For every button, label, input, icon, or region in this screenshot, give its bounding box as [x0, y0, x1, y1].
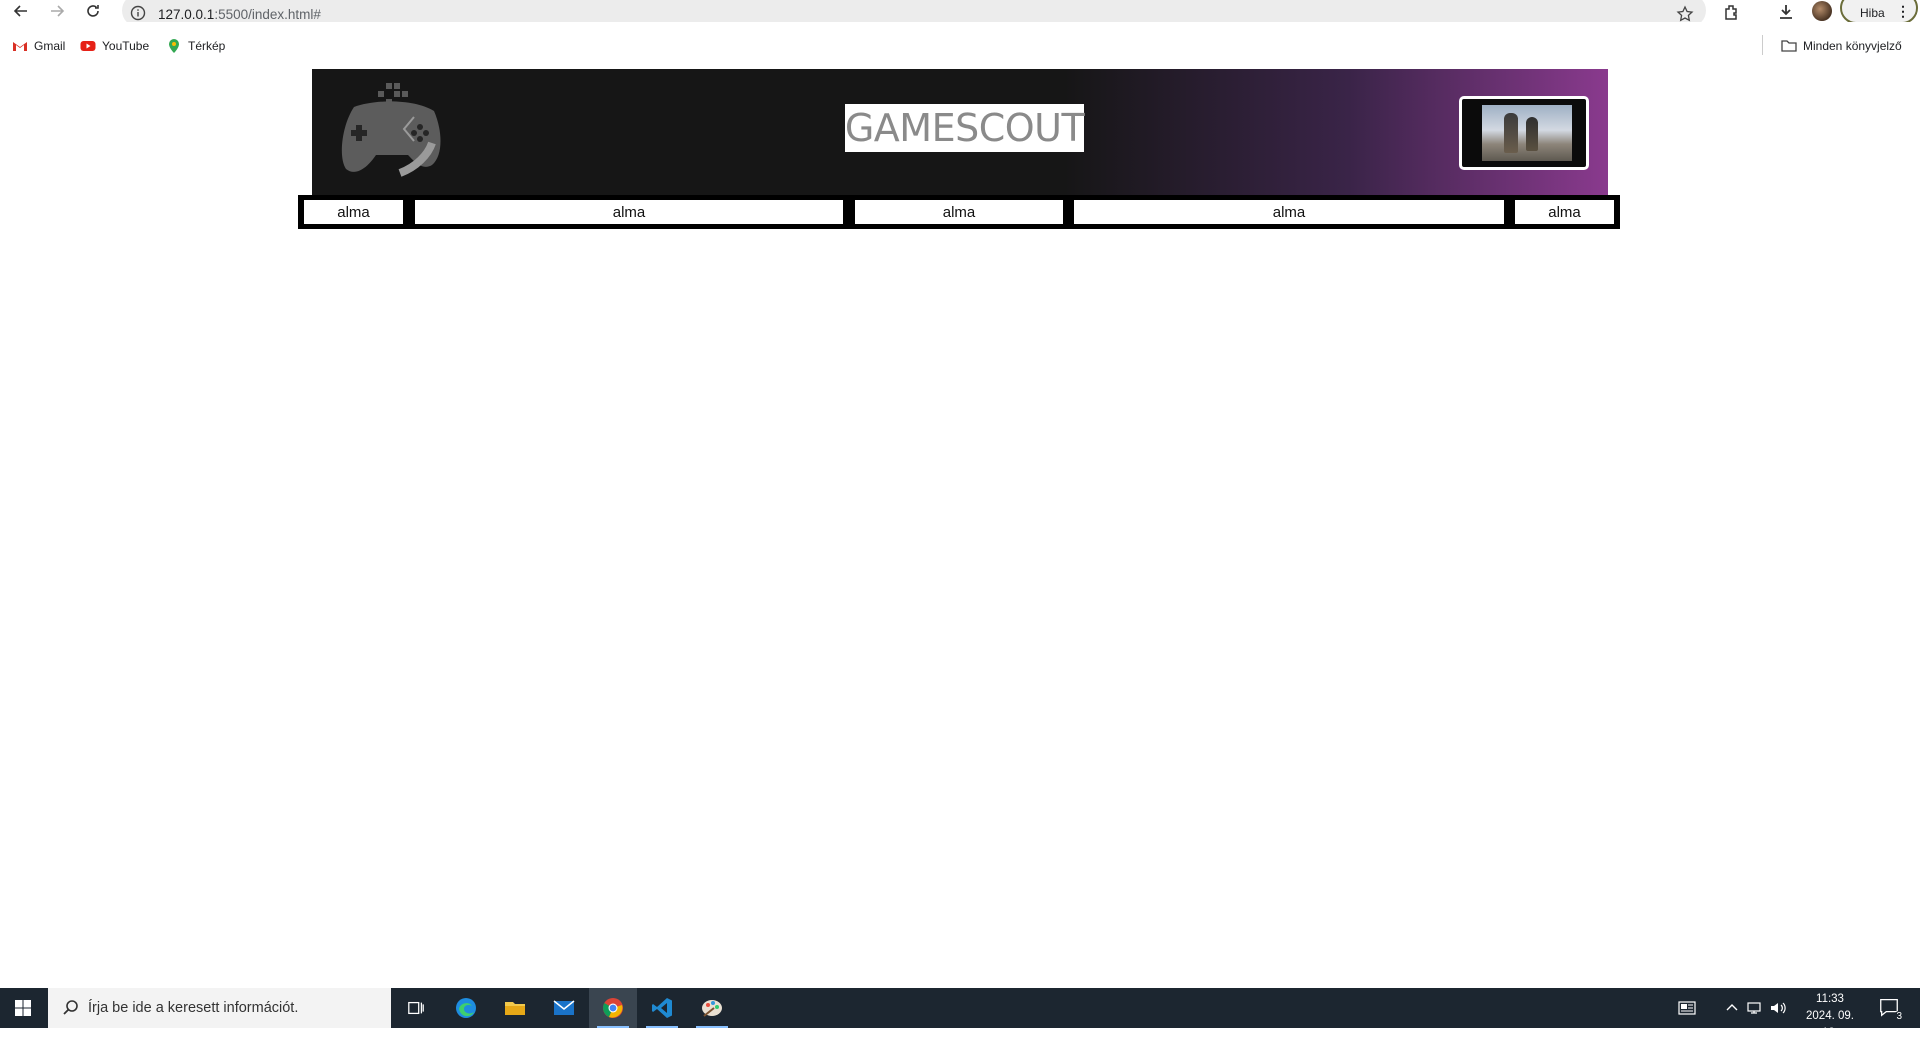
bookmark-star-icon[interactable]	[1676, 5, 1694, 23]
chrome-icon	[603, 998, 623, 1018]
site-title: GAMESCOUT	[844, 106, 1085, 150]
system-clock[interactable]: 11:33 2024. 09. 18.	[1798, 991, 1862, 1042]
bookmarks-bar: Gmail YouTube Térkép Minden könyvjelző	[0, 22, 1920, 62]
gmail-icon	[13, 42, 27, 51]
profile-error-label: Hiba	[1860, 6, 1885, 20]
task-view-icon	[408, 1001, 424, 1015]
soldier-figure	[1504, 113, 1518, 153]
bookmark-label: Gmail	[34, 39, 66, 53]
menu-item-1[interactable]: alma	[304, 200, 403, 224]
extensions-icon[interactable]	[1722, 2, 1742, 22]
maps-icon	[169, 39, 179, 53]
bookmark-label: YouTube	[102, 39, 150, 53]
chrome-app[interactable]	[589, 988, 637, 1028]
all-bookmarks-label: Minden könyvjelző	[1803, 39, 1902, 53]
taskbar-search[interactable]: Írja be ide a keresett információt.	[48, 988, 391, 1028]
site-header: GAMESCOUT	[312, 69, 1608, 195]
edge-app[interactable]	[442, 988, 490, 1028]
search-icon	[63, 1000, 78, 1015]
youtube-icon	[80, 41, 96, 51]
news-widget-icon[interactable]	[1677, 998, 1697, 1018]
paint-app[interactable]	[688, 988, 736, 1028]
file-explorer-app[interactable]	[491, 988, 539, 1028]
menu-item-4[interactable]: alma	[1074, 200, 1504, 224]
search-placeholder: Írja be ide a keresett információt.	[88, 1000, 299, 1016]
clock-date: 2024. 09. 18.	[1806, 1010, 1854, 1039]
windows-logo-icon	[15, 1000, 31, 1016]
task-view-button[interactable]	[392, 988, 440, 1028]
soldier-figure	[1526, 117, 1538, 151]
volume-icon[interactable]	[1768, 998, 1788, 1018]
network-icon[interactable]	[1745, 998, 1765, 1018]
download-icon[interactable]	[1776, 2, 1796, 22]
back-button[interactable]	[10, 0, 32, 22]
browser-toolbar: 127.0.0.1:5500/index.html# Hiba ⋮	[0, 0, 1920, 27]
more-menu-icon[interactable]: ⋮	[1896, 3, 1910, 20]
mail-app[interactable]	[540, 988, 588, 1028]
url-host: 127.0.0.1	[158, 7, 215, 22]
bookmark-gmail[interactable]: Gmail	[12, 38, 65, 54]
chevron-up-icon[interactable]	[1722, 998, 1742, 1018]
arrow-left-icon	[13, 5, 27, 17]
url-text[interactable]: 127.0.0.1:5500/index.html#	[158, 7, 321, 22]
folder-icon	[505, 1002, 525, 1015]
menu-item-2[interactable]: alma	[415, 200, 843, 224]
site-title-box: GAMESCOUT	[844, 104, 1085, 152]
start-button[interactable]	[0, 988, 46, 1028]
menu-item-5[interactable]: alma	[1515, 200, 1614, 224]
arrow-right-icon	[51, 5, 65, 17]
game-thumbnail[interactable]	[1459, 96, 1589, 170]
bookmark-maps[interactable]: Térkép	[166, 38, 225, 54]
vscode-icon	[652, 998, 672, 1018]
edge-icon	[456, 998, 476, 1018]
menu-item-3[interactable]: alma	[855, 200, 1063, 224]
mail-icon	[553, 1000, 575, 1015]
url-path: :5500/index.html#	[214, 7, 321, 22]
taskbar: Írja be ide a keresett információt. 11:3…	[0, 988, 1920, 1039]
gamepad-logo-icon	[341, 83, 441, 177]
profile-error-button[interactable]: Hiba ⋮	[1840, 0, 1918, 24]
bookmark-label: Térkép	[188, 39, 226, 53]
notification-center-button[interactable]: 3	[1878, 996, 1904, 1022]
reload-icon	[87, 5, 99, 17]
divider	[1762, 35, 1763, 55]
reload-button[interactable]	[82, 0, 104, 22]
folder-icon	[1781, 40, 1797, 52]
site-info-icon[interactable]	[130, 5, 146, 21]
nav-menu: alma alma alma alma alma	[298, 195, 1620, 229]
paint-palette-icon	[702, 1000, 722, 1017]
all-bookmarks-button[interactable]: Minden könyvjelző	[1781, 38, 1902, 54]
clock-time: 11:33	[1816, 993, 1844, 1005]
forward-button[interactable]	[46, 0, 68, 22]
vscode-app[interactable]	[638, 988, 686, 1028]
bookmark-youtube[interactable]: YouTube	[80, 38, 149, 54]
notification-count: 3	[1894, 1011, 1904, 1022]
avatar[interactable]	[1812, 1, 1832, 21]
